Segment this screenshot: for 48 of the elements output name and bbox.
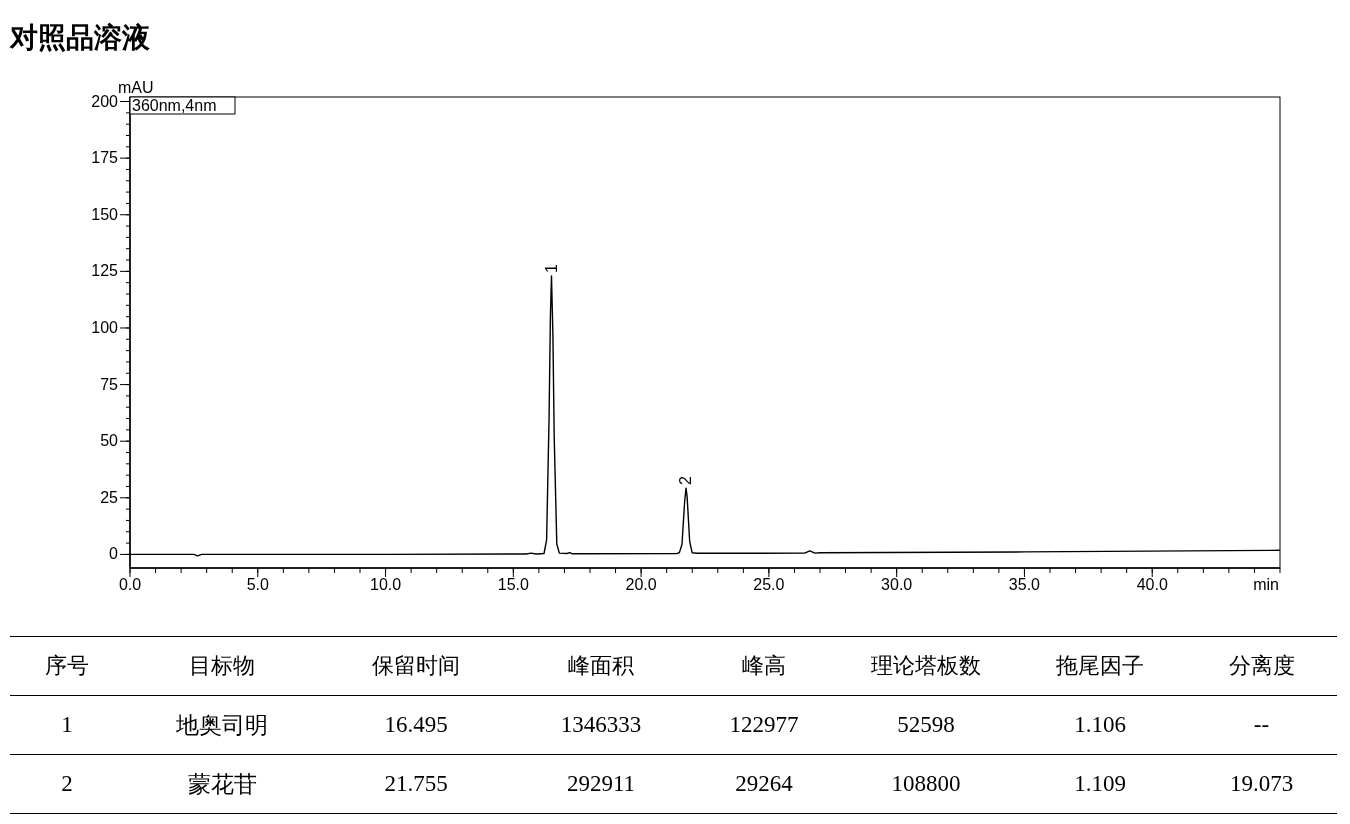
column-header: 峰面积 [568, 652, 634, 680]
table-cell-text: 蒙花苷 [187, 770, 257, 799]
legend-box: 360nm,4nm [129, 96, 236, 115]
table-cell: 108800 [891, 771, 961, 797]
table-cell: 1346333 [560, 712, 642, 738]
y-tick-label: 175 [91, 149, 118, 167]
table-cell: 292911 [566, 771, 636, 797]
x-tick-label: 30.0 [881, 576, 913, 593]
table-cell: 122977 [729, 712, 799, 738]
y-tick-label: 125 [91, 262, 118, 280]
table-cell: 52598 [897, 712, 955, 738]
table-cell: 29264 [735, 771, 793, 797]
column-header: 理论塔板数 [871, 652, 981, 680]
table-cell: 2 [61, 771, 73, 797]
y-axis-label: mAU [118, 79, 154, 96]
x-tick-label: 35.0 [1008, 576, 1040, 593]
table-cell: 1.109 [1074, 771, 1126, 797]
column-header: 保留时间 [372, 652, 460, 680]
y-tick-label: 25 [100, 488, 118, 506]
column-header: 峰高 [742, 652, 786, 680]
y-tick-label: 75 [100, 375, 118, 393]
table-cell: 19.073 [1229, 771, 1294, 797]
table-cell: 16.495 [384, 712, 448, 738]
table-cell: 1 [61, 712, 73, 738]
column-header: 目标物 [189, 652, 255, 680]
x-tick-label: 15.0 [497, 576, 529, 593]
column-header: 拖尾因子 [1056, 652, 1144, 680]
x-tick-label: 20.0 [625, 576, 657, 593]
peak-label: 1 [542, 264, 560, 273]
y-tick-label: 0 [109, 545, 118, 563]
table-cell-text: 地奥司明 [176, 711, 268, 740]
peak-label: 2 [676, 476, 694, 486]
x-tick-label: 5.0 [246, 576, 269, 593]
y-tick-label: 200 [91, 92, 118, 110]
table-cell: 1.106 [1074, 712, 1126, 738]
x-tick-label: 10.0 [370, 576, 402, 593]
column-header: 分离度 [1228, 652, 1295, 680]
x-axis-label: min [1253, 576, 1279, 593]
x-tick-label: 25.0 [753, 576, 785, 593]
y-tick-label: 100 [91, 318, 118, 336]
y-tick-label: 150 [91, 205, 118, 223]
page-title: 对照品溶液 [10, 20, 150, 56]
table-cell: -- [1253, 712, 1270, 738]
x-tick-label: 0.0 [118, 576, 142, 593]
column-header: 序号 [45, 652, 89, 680]
y-tick-label: 50 [100, 432, 118, 450]
x-tick-label: 40.0 [1136, 576, 1168, 593]
table-cell: 21.755 [384, 771, 448, 797]
